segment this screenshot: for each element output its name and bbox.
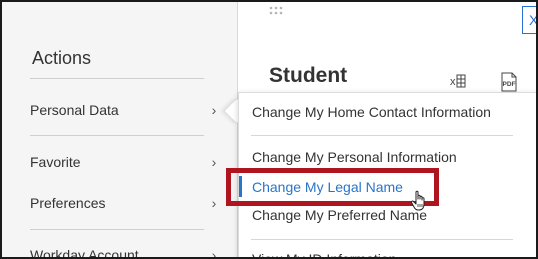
action-item-preferences[interactable]: Preferences › bbox=[30, 192, 220, 214]
chevron-right-icon: › bbox=[211, 247, 217, 259]
actions-panel: Actions Personal Data › Favorite › Prefe… bbox=[2, 2, 238, 259]
menu-divider bbox=[251, 135, 513, 136]
page-title: Student bbox=[269, 64, 348, 87]
pdf-export-icon[interactable]: PDF bbox=[500, 72, 518, 92]
chevron-right-icon: › bbox=[211, 102, 217, 118]
action-item-label: Workday Account bbox=[30, 247, 139, 259]
chevron-right-icon: › bbox=[211, 195, 217, 211]
actions-title: Actions bbox=[32, 48, 92, 68]
actions-divider bbox=[30, 135, 204, 136]
menu-divider bbox=[251, 239, 513, 240]
excel-export-icon[interactable]: x bbox=[450, 72, 466, 92]
menu-item-change-home-contact[interactable]: Change My Home Contact Information bbox=[252, 104, 491, 120]
action-item-label: Preferences bbox=[30, 195, 106, 211]
close-button[interactable]: X bbox=[522, 6, 536, 34]
action-item-personal-data[interactable]: Personal Data › bbox=[30, 99, 220, 121]
svg-text:x: x bbox=[450, 76, 456, 88]
highlight-annotation bbox=[226, 168, 439, 206]
action-item-favorite[interactable]: Favorite › bbox=[30, 151, 220, 173]
drag-handle-icon[interactable] bbox=[269, 6, 283, 16]
menu-item-change-personal-info[interactable]: Change My Personal Information bbox=[252, 149, 457, 165]
action-item-label: Favorite bbox=[30, 154, 81, 170]
actions-divider bbox=[30, 229, 204, 230]
chevron-right-icon: › bbox=[211, 154, 217, 170]
hand-cursor-icon bbox=[410, 190, 428, 212]
menu-item-change-preferred-name[interactable]: Change My Preferred Name bbox=[252, 207, 427, 223]
menu-item-view-id-info[interactable]: View My ID Information bbox=[252, 251, 396, 257]
pdf-icon-label: PDF bbox=[503, 81, 516, 88]
action-item-label: Personal Data bbox=[30, 102, 119, 118]
action-item-workday-account[interactable]: Workday Account › bbox=[30, 244, 220, 259]
screenshot-frame: Actions Personal Data › Favorite › Prefe… bbox=[0, 0, 538, 259]
actions-divider bbox=[30, 78, 204, 79]
